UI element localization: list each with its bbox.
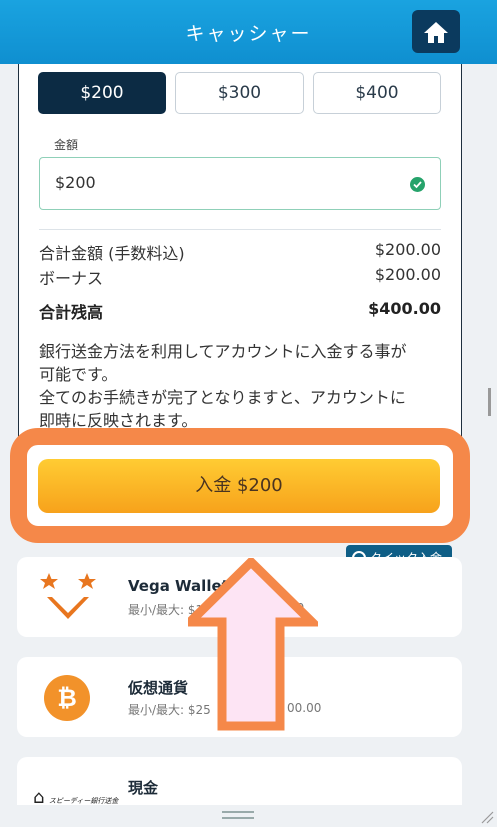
bonus-label: ボーナス — [39, 269, 104, 288]
home-icon — [424, 21, 448, 43]
vega-wallet-icon — [40, 573, 96, 619]
total-row: 合計金額 (手数料込) $200.00 — [39, 240, 441, 264]
bitcoin-icon: ₿ — [44, 675, 90, 721]
total-label: 合計金額 (手数料込) — [39, 244, 185, 263]
home-button[interactable] — [412, 10, 460, 53]
bonus-row: ボーナス $200.00 — [39, 265, 441, 289]
deposit-button[interactable]: 入金 $200 — [38, 459, 440, 513]
bottom-bar — [0, 805, 497, 827]
balance-value: $400.00 — [368, 299, 441, 318]
amount-field-value[interactable]: $200 — [55, 173, 96, 192]
header-bar: キャッシャー — [0, 0, 497, 64]
speedy-bank-logo-text: スピーディー銀行送金 — [48, 797, 119, 805]
scrollbar-handle[interactable] — [488, 388, 491, 416]
amount-option-300[interactable]: $300 — [175, 72, 304, 114]
balance-label: 合計残高 — [39, 303, 104, 322]
note-line: 全てのお手続きが完了となりますと、アカウントに — [39, 388, 406, 407]
deposit-note: 銀行送金方法を利用してアカウントに入金する事が 可能です。 全てのお手続きが完了… — [39, 340, 444, 432]
amount-field-label: 金額 — [54, 138, 79, 152]
payment-name: 仮想通貨 — [128, 679, 189, 697]
divider — [39, 229, 441, 230]
payment-name: 現金 — [128, 779, 159, 797]
amount-field[interactable]: $200 — [39, 157, 441, 210]
bonus-value: $200.00 — [374, 265, 441, 284]
resize-corner-icon[interactable] — [478, 808, 494, 824]
note-line: 銀行送金方法を利用してアカウントに入金する事が — [39, 342, 407, 361]
note-line: 可能です。 — [39, 365, 118, 384]
total-value: $200.00 — [374, 240, 441, 259]
amount-option-200[interactable]: $200 — [38, 72, 166, 114]
svg-text:₿: ₿ — [57, 684, 77, 712]
drag-grip-icon[interactable] — [222, 811, 254, 813]
balance-row: 合計残高 $400.00 — [39, 299, 441, 323]
check-circle-icon — [410, 177, 425, 192]
amount-option-400[interactable]: $400 — [313, 72, 441, 114]
up-arrow-icon — [188, 558, 318, 731]
